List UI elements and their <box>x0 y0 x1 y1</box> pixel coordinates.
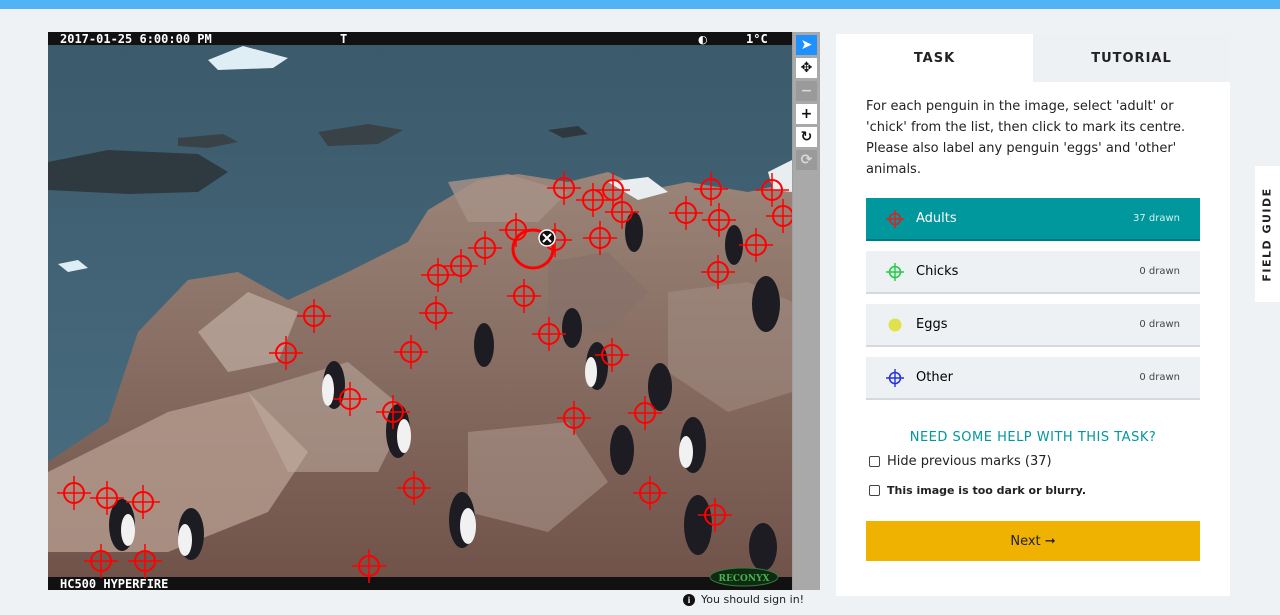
choice-label: Eggs <box>916 317 948 332</box>
too-dark-option[interactable]: This image is too dark or blurry. <box>869 484 1086 497</box>
choice-count: 0 drawn <box>1139 319 1180 330</box>
moon-phase-icon: ◐ <box>698 33 708 46</box>
egg-marker-icon <box>888 318 902 331</box>
too-dark-label: This image is too dark or blurry. <box>887 484 1086 497</box>
choice-label: Chicks <box>916 264 959 279</box>
top-banner <box>0 0 1280 9</box>
image-toolbar: ➤ ✥ − + ↻ ⟳ <box>793 32 820 590</box>
choice-count: 0 drawn <box>1139 266 1180 277</box>
choice-label: Other <box>916 370 953 385</box>
camera-model: HC500 HYPERFIRE <box>60 577 168 590</box>
task-panel: TASK TUTORIAL For each penguin in the im… <box>836 34 1230 596</box>
zoom-in-button[interactable]: + <box>796 104 817 124</box>
subject-image[interactable]: 2017-01-25 6:00:00 PM T ◐ 1°C HC500 HYPE… <box>48 32 792 590</box>
select-tool-button[interactable]: ➤ <box>796 35 817 55</box>
field-guide-label: FIELD GUIDE <box>1261 186 1275 282</box>
hide-marks-label: Hide previous marks (37) <box>887 454 1052 469</box>
choice-label: Adults <box>916 211 957 226</box>
choice-adults[interactable]: Adults 37 drawn <box>866 198 1200 241</box>
sign-in-text: You should sign in! <box>701 593 805 606</box>
tab-task[interactable]: TASK <box>836 34 1033 82</box>
choice-count: 37 drawn <box>1132 213 1180 224</box>
next-button[interactable]: Next ➞ <box>866 521 1200 561</box>
brand-logo-text: RECONYX <box>719 574 770 584</box>
choice-eggs[interactable]: Eggs 0 drawn <box>866 304 1200 347</box>
rotate-button[interactable]: ↻ <box>796 127 817 147</box>
reset-button[interactable]: ⟳ <box>796 150 817 170</box>
crosshair-icon <box>886 209 904 228</box>
choice-count: 0 drawn <box>1139 372 1180 383</box>
penguin-photo[interactable]: 2017-01-25 6:00:00 PM T ◐ 1°C HC500 HYPE… <box>48 32 792 590</box>
too-dark-checkbox[interactable] <box>869 485 880 496</box>
help-link[interactable]: NEED SOME HELP WITH THIS TASK? <box>866 430 1200 445</box>
tab-tutorial[interactable]: TUTORIAL <box>1033 34 1230 82</box>
task-instructions: For each penguin in the image, select 'a… <box>866 99 1186 177</box>
pan-tool-button[interactable]: ✥ <box>796 58 817 78</box>
info-icon: i <box>683 594 695 606</box>
sign-in-notice: i You should sign in! <box>683 593 804 606</box>
hide-marks-checkbox[interactable] <box>869 456 880 467</box>
camera-mark: T <box>340 32 347 46</box>
crosshair-icon <box>886 368 904 387</box>
hide-marks-option[interactable]: Hide previous marks (37) <box>869 454 1052 469</box>
zoom-out-button[interactable]: − <box>796 81 817 101</box>
crosshair-icon <box>886 262 904 281</box>
camera-temperature: 1°C <box>746 32 768 46</box>
field-guide-tab[interactable]: FIELD GUIDE <box>1255 166 1280 302</box>
task-tabs: TASK TUTORIAL <box>836 34 1230 82</box>
choice-other[interactable]: Other 0 drawn <box>866 357 1200 400</box>
camera-timestamp: 2017-01-25 6:00:00 PM <box>60 32 212 46</box>
choice-chicks[interactable]: Chicks 0 drawn <box>866 251 1200 294</box>
image-viewer: 2017-01-25 6:00:00 PM T ◐ 1°C HC500 HYPE… <box>48 32 820 590</box>
